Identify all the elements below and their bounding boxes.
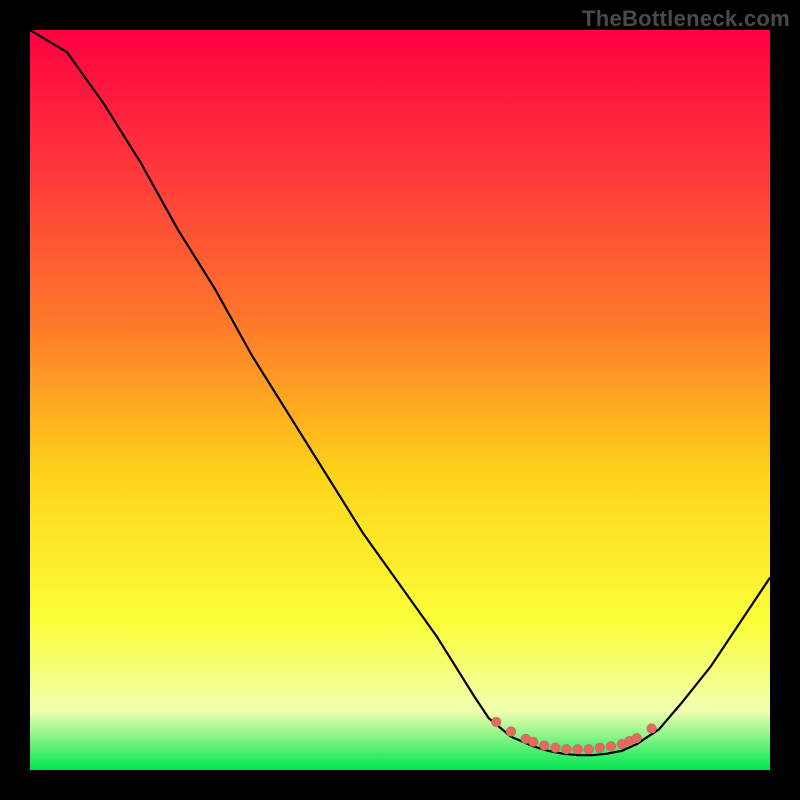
marker-point — [647, 724, 657, 734]
marker-point — [606, 741, 616, 751]
marker-point — [632, 733, 642, 743]
marker-point — [595, 743, 605, 753]
marker-point — [573, 744, 583, 754]
marker-point — [491, 717, 501, 727]
background-gradient — [30, 30, 770, 770]
marker-point — [562, 744, 572, 754]
marker-point — [506, 727, 516, 737]
chart-plot — [30, 30, 770, 770]
marker-point — [539, 741, 549, 751]
watermark-text: TheBottleneck.com — [582, 6, 790, 32]
marker-point — [528, 737, 538, 747]
marker-point — [584, 744, 594, 754]
marker-point — [550, 743, 560, 753]
chart-container: TheBottleneck.com — [0, 0, 800, 800]
